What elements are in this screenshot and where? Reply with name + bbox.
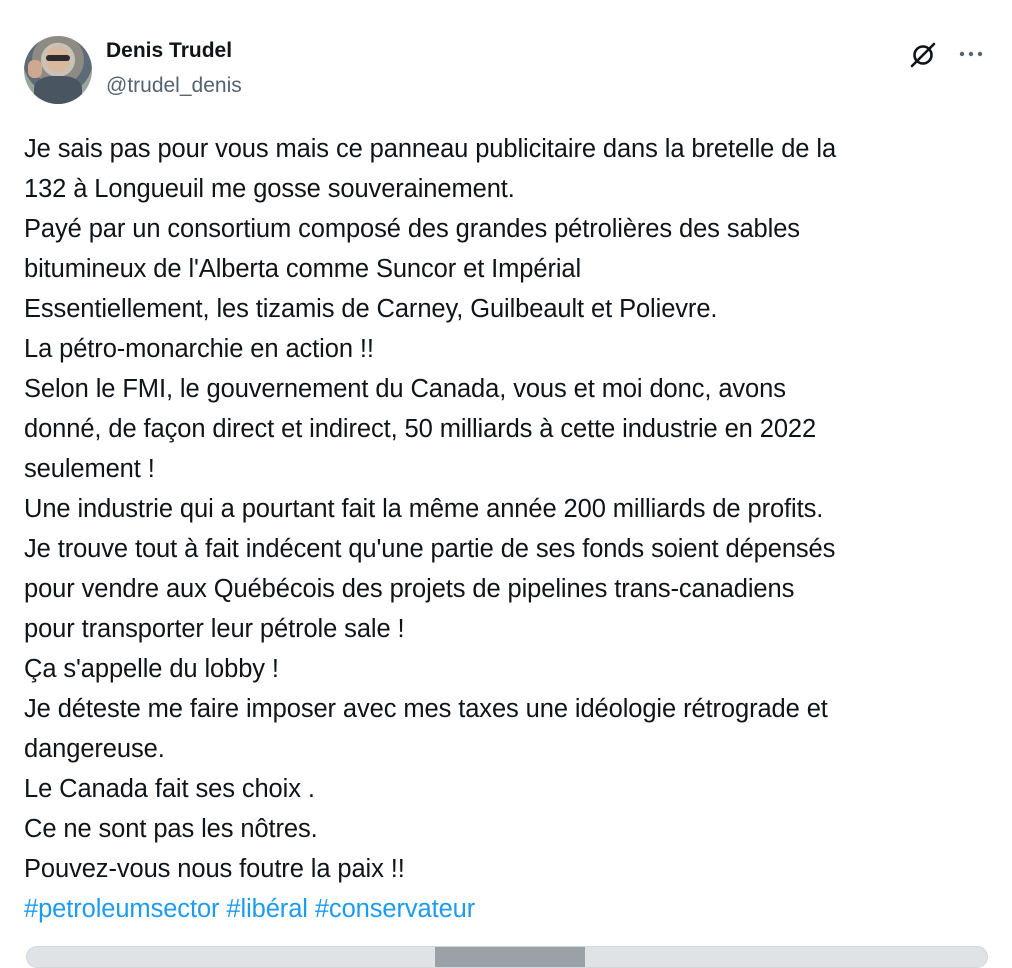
hashtag-row: #petroleumsector #libéral #conservateur [24, 889, 990, 929]
tweet-line: 132 à Longueuil me gosse souverainement. [24, 175, 515, 203]
tweet-line: seulement ! [24, 455, 155, 483]
tweet-line: dangereuse. [24, 735, 165, 763]
hashtag-link[interactable]: #petroleumsector [24, 895, 220, 923]
grok-icon[interactable] [908, 40, 938, 70]
tweet-line: Je déteste me faire imposer avec mes tax… [24, 695, 828, 723]
tweet-line: Je sais pas pour vous mais ce panneau pu… [24, 135, 837, 163]
tweet-line: La pétro-monarchie en action !! [24, 335, 374, 363]
hashtag-link[interactable]: #libéral [226, 895, 308, 923]
author-handle[interactable]: @trudel_denis [106, 74, 242, 98]
tweet-text: Je sais pas pour vous mais ce panneau pu… [24, 129, 990, 929]
tweet-line: Je trouve tout à fait indécent qu'une pa… [24, 535, 836, 563]
tweet-line: bitumineux de l'Alberta comme Suncor et … [24, 255, 582, 283]
avatar-hand [28, 60, 42, 78]
more-options-icon[interactable] [956, 43, 986, 65]
hashtag-link[interactable]: #conservateur [315, 895, 475, 923]
avatar-shirt [34, 76, 82, 104]
tweet-line: Payé par un consortium composé des grand… [24, 215, 800, 243]
media-preview [435, 947, 585, 967]
tweet-line: Essentiellement, les tizamis de Carney, … [24, 295, 718, 323]
attached-media[interactable] [26, 946, 988, 968]
tweet-line: Selon le FMI, le gouvernement du Canada,… [24, 375, 786, 403]
tweet-line: Ça s'appelle du lobby ! [24, 655, 279, 683]
tweet: Denis Trudel @trudel_denis Je sais pas p… [0, 0, 1012, 968]
tweet-line: pour transporter leur pétrole sale ! [24, 615, 405, 643]
tweet-line: Une industrie qui a pourtant fait la mêm… [24, 495, 824, 523]
tweet-line: pour vendre aux Québécois des projets de… [24, 575, 795, 603]
avatar-sunglasses [46, 55, 70, 61]
tweet-line: Ce ne sont pas les nôtres. [24, 815, 318, 843]
author-display-name[interactable]: Denis Trudel [106, 39, 232, 63]
tweet-line: Pouvez-vous nous foutre la paix !! [24, 855, 405, 883]
tweet-line: Le Canada fait ses choix . [24, 775, 315, 803]
avatar[interactable] [24, 36, 92, 104]
tweet-line: donné, de façon direct et indirect, 50 m… [24, 415, 817, 443]
